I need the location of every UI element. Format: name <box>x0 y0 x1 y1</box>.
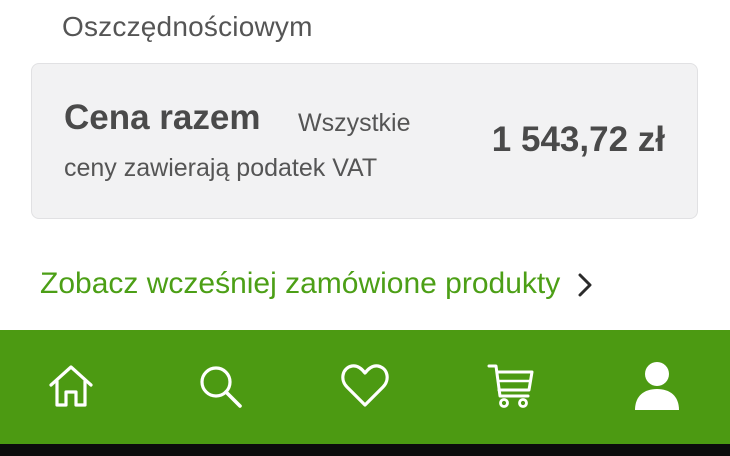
order-total-card: Cena razem Wszystkie ceny zawierają poda… <box>31 63 698 219</box>
section-heading: Oszczędnościowym <box>62 11 313 42</box>
total-label: Cena razem <box>64 98 261 137</box>
system-navigation-bar <box>0 444 730 456</box>
cart-icon <box>487 364 534 408</box>
nav-cart-button[interactable] <box>483 358 539 414</box>
bottom-navigation-bar <box>0 330 730 444</box>
chevron-right-icon <box>578 273 592 297</box>
vat-note-line1: Wszystkie <box>298 109 411 137</box>
nav-search-button[interactable] <box>192 358 248 414</box>
previous-orders-link-label: Zobacz wcześniej zamówione produkty <box>40 267 561 300</box>
search-icon <box>200 366 242 408</box>
total-price: 1 543,72 zł <box>491 120 665 159</box>
nav-account-button[interactable] <box>629 358 685 414</box>
home-icon <box>49 365 93 407</box>
previous-orders-link[interactable]: Zobacz wcześniej zamówione produkty <box>40 267 592 301</box>
vat-note-line2: ceny zawierają podatek VAT <box>64 154 378 182</box>
heart-icon <box>341 364 389 407</box>
nav-home-button[interactable] <box>43 358 99 414</box>
user-icon <box>635 362 679 410</box>
nav-favorites-button[interactable] <box>337 358 393 414</box>
